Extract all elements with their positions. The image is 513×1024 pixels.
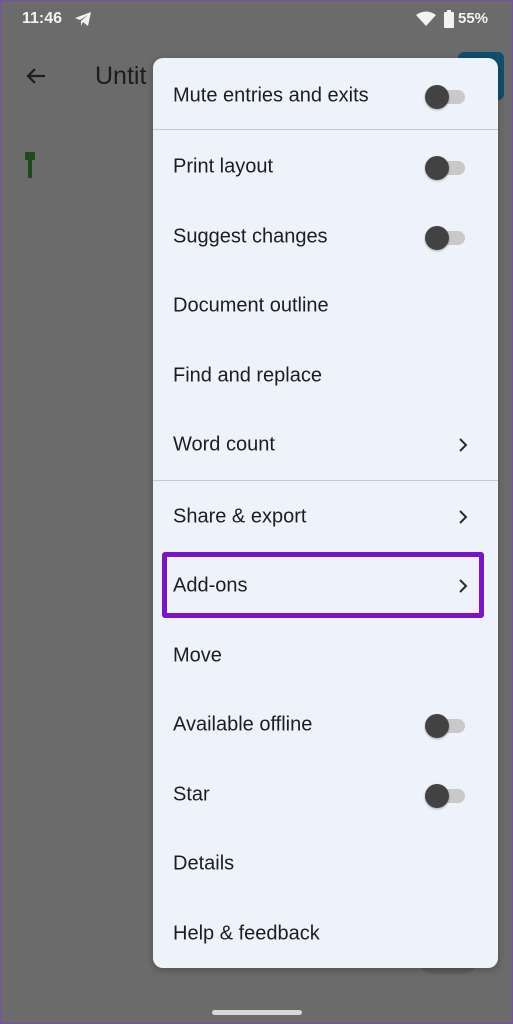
wifi-icon — [416, 11, 436, 26]
menu-item-available-offline[interactable]: Available offline — [153, 693, 498, 757]
gesture-nav-handle[interactable] — [212, 1010, 302, 1015]
add-ons-highlight-box — [162, 552, 484, 618]
menu-item-help-and-feedback[interactable]: Help & feedback — [153, 902, 498, 966]
status-time: 11:46 — [22, 10, 63, 27]
overflow-menu: Mute entries and exits Print layout Sugg… — [153, 58, 498, 968]
chevron-right-icon — [459, 510, 468, 524]
menu-item-share-and-export[interactable]: Share & export — [153, 485, 498, 549]
battery-icon — [444, 10, 454, 28]
menu-item-mute-entries-and-exits[interactable]: Mute entries and exits — [153, 64, 498, 128]
menu-item-label: Suggest changes — [173, 225, 328, 248]
menu-item-label: Help & feedback — [173, 922, 320, 945]
toggle-thumb — [425, 784, 449, 808]
toggle-thumb — [425, 226, 449, 250]
menu-item-move[interactable]: Move — [153, 624, 498, 688]
toggle-thumb — [425, 156, 449, 180]
menu-item-label: Word count — [173, 433, 275, 456]
status-bar: 11:46 55% — [0, 0, 513, 38]
menu-item-details[interactable]: Details — [153, 832, 498, 896]
menu-item-label: Details — [173, 852, 235, 875]
toggle-thumb — [425, 714, 449, 738]
menu-divider — [153, 129, 498, 130]
menu-item-label: Available offline — [173, 713, 313, 736]
menu-item-label: Print layout — [173, 155, 274, 178]
toggle-thumb — [425, 85, 449, 109]
available-offline-toggle[interactable] — [425, 713, 465, 738]
star-toggle[interactable] — [425, 783, 465, 808]
battery-level: 55% — [458, 10, 489, 27]
menu-item-star[interactable]: Star — [153, 763, 498, 827]
menu-divider — [153, 480, 498, 481]
menu-item-label: Star — [173, 783, 210, 806]
telegram-icon — [75, 12, 91, 26]
menu-item-label: Mute entries and exits — [173, 84, 369, 107]
menu-item-label: Document outline — [173, 294, 329, 317]
menu-item-word-count[interactable]: Word count — [153, 413, 498, 477]
text-cursor — [25, 152, 35, 178]
menu-item-label: Move — [173, 644, 222, 667]
suggest-changes-toggle[interactable] — [425, 225, 465, 250]
back-arrow-icon[interactable] — [24, 64, 48, 88]
menu-item-find-and-replace[interactable]: Find and replace — [153, 344, 498, 408]
menu-item-print-layout[interactable]: Print layout — [153, 135, 498, 199]
menu-item-suggest-changes[interactable]: Suggest changes — [153, 205, 498, 269]
document-title: Untit — [95, 62, 147, 90]
menu-item-label: Share & export — [173, 505, 307, 528]
print-layout-toggle[interactable] — [425, 155, 465, 180]
mute-entries-toggle[interactable] — [425, 84, 465, 109]
chevron-right-icon — [459, 438, 468, 452]
menu-item-document-outline[interactable]: Document outline — [153, 274, 498, 338]
menu-item-label: Find and replace — [173, 364, 322, 387]
